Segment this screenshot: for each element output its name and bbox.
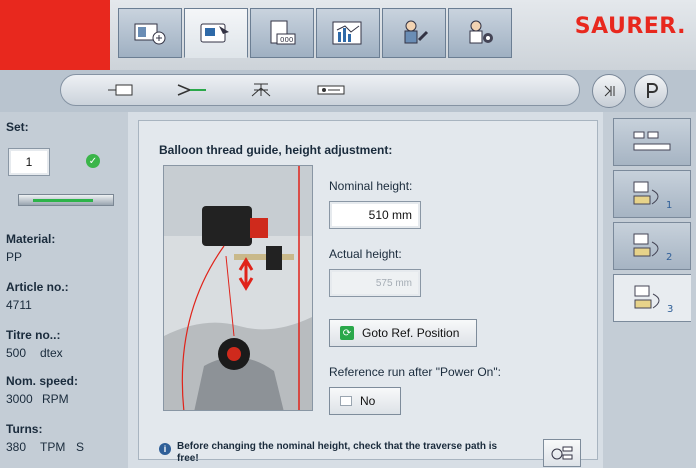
- tab-balloon-guide-1[interactable]: 1: [613, 170, 691, 218]
- checkbox-icon: [340, 396, 352, 406]
- page-title: Balloon thread guide, height adjustment:: [159, 143, 393, 157]
- goto-ref-position-button[interactable]: ⟳ Goto Ref. Position: [329, 319, 477, 347]
- tab-machine-overview[interactable]: [118, 8, 182, 58]
- machine-overview-icon: [134, 23, 166, 45]
- tab-service-tools[interactable]: [382, 8, 446, 58]
- progress-fill: [33, 199, 93, 202]
- nominal-height-label: Nominal height:: [329, 179, 413, 193]
- user-settings-icon: [469, 20, 493, 44]
- nominal-height-input[interactable]: 510 mm: [329, 201, 421, 229]
- tab-overview[interactable]: [613, 118, 691, 166]
- reference-run-value: No: [360, 394, 376, 408]
- sub-navigation: [60, 74, 580, 106]
- bobbin-icon: [108, 84, 133, 96]
- parameter-icon: [647, 83, 658, 98]
- parameter-button[interactable]: [634, 74, 668, 108]
- material-value: PP: [6, 250, 23, 264]
- reference-run-toggle[interactable]: No: [329, 387, 401, 415]
- stop-button[interactable]: [592, 74, 626, 108]
- balloon-guide-2-icon: 2: [633, 233, 672, 262]
- tab-2-number: 2: [666, 252, 672, 262]
- subnav-thread-guide[interactable]: [161, 78, 221, 102]
- actual-height-display: 575 mm: [329, 269, 421, 297]
- set-label: Set:: [6, 120, 29, 134]
- monitor-settings-icon: [200, 23, 229, 43]
- titre-label: Titre no..:: [6, 328, 61, 342]
- tab-balloon-guide-2[interactable]: 2: [613, 222, 691, 270]
- turns-direction: S: [76, 440, 85, 454]
- saurer-logo: SAURER.: [574, 14, 686, 39]
- tab-counter[interactable]: 000: [250, 8, 314, 58]
- balloon-guide-1-icon: 1: [633, 181, 672, 210]
- thread-guide-photo: [163, 165, 313, 411]
- tab-user-settings[interactable]: [448, 8, 512, 58]
- article-value: 4711: [6, 298, 32, 312]
- guide-settings-icon: [551, 446, 573, 460]
- speed-value: 3000: [6, 392, 33, 406]
- traverse-icon: [317, 85, 345, 95]
- production-chart-icon: [332, 21, 362, 45]
- counter-icon: 000: [270, 20, 296, 45]
- main-panel: Balloon thread guide, height adjustment:…: [128, 112, 603, 468]
- subnav-bobbin[interactable]: [91, 78, 151, 102]
- article-label: Article no.:: [6, 280, 69, 294]
- reference-run-label: Reference run after "Power On":: [329, 365, 501, 379]
- subnav-traverse[interactable]: [301, 78, 361, 102]
- svg-text:000: 000: [280, 36, 293, 44]
- turns-label: Turns:: [6, 422, 43, 436]
- tab-1-number: 1: [666, 200, 672, 210]
- settings-card: Balloon thread guide, height adjustment:…: [138, 120, 598, 467]
- tab-balloon-guide-3[interactable]: 3: [613, 274, 691, 322]
- speed-unit: RPM: [42, 392, 69, 406]
- turns-value: 380: [6, 440, 27, 454]
- top-bar: 000 SAURER.: [0, 0, 696, 70]
- info-message: i Before changing the nominal height, ch…: [159, 441, 519, 465]
- frame-icon: [251, 83, 271, 97]
- guide-settings-button[interactable]: [543, 439, 581, 467]
- speed-label: Nom. speed:: [6, 374, 79, 388]
- progress-bar: [18, 194, 114, 206]
- turns-unit: TPM: [40, 440, 66, 454]
- brand-block: [0, 0, 110, 70]
- subnav-frame[interactable]: [231, 78, 291, 102]
- pause-icon: [604, 85, 615, 97]
- titre-unit: dtex: [40, 346, 63, 360]
- overview-grid-icon: [633, 131, 671, 151]
- titre-value: 500: [6, 346, 27, 360]
- tab-monitor-settings[interactable]: [184, 8, 248, 58]
- set-number-input[interactable]: 1: [8, 148, 50, 176]
- info-text: Before changing the nominal height, chec…: [177, 441, 498, 464]
- check-icon: ✓: [86, 154, 100, 168]
- right-tab-panel: 1 2 3: [603, 112, 696, 468]
- tab-production-chart[interactable]: [316, 8, 380, 58]
- material-label: Material:: [6, 232, 56, 246]
- thread-guide-icon: [177, 84, 206, 96]
- tab-3-number: 3: [667, 304, 673, 314]
- info-icon: i: [159, 443, 171, 455]
- balloon-guide-3-icon: 3: [634, 285, 673, 314]
- service-tools-icon: [404, 20, 429, 44]
- refresh-icon: ⟳: [340, 326, 354, 340]
- goto-ref-position-label: Goto Ref. Position: [362, 326, 460, 340]
- actual-height-label: Actual height:: [329, 247, 402, 261]
